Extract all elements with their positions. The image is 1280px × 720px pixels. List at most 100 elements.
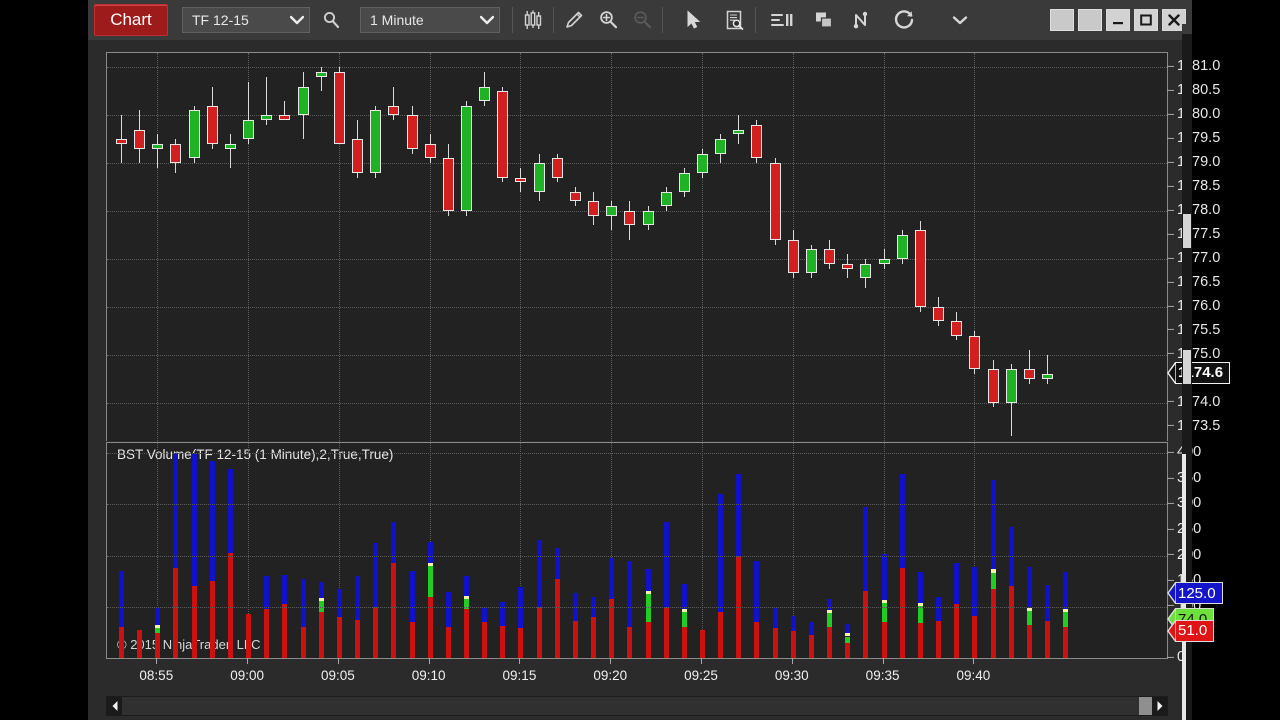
volume-segment-sell — [410, 622, 415, 658]
volume-bar — [192, 443, 197, 658]
minimize-button[interactable] — [1106, 9, 1130, 31]
volume-segment-buy — [882, 554, 887, 600]
chart-canvas-area[interactable]: BST Volume(TF 12-15 (1 Minute),2,True,Tr… — [88, 40, 1192, 720]
volume-segment-sell — [301, 627, 306, 658]
volume-bar — [518, 443, 523, 658]
volume-segment-buy — [410, 571, 415, 622]
price-axis-tick: 1179.5 — [1167, 130, 1220, 146]
volume-bar — [500, 443, 505, 658]
volume-segment-sell — [464, 609, 469, 658]
candle-body — [733, 130, 744, 135]
grid-line-horizontal — [107, 307, 1167, 308]
more-chevron-icon[interactable] — [943, 3, 977, 37]
volume-bar — [682, 443, 687, 658]
volume-segment-buy — [500, 602, 505, 627]
chevron-down-icon[interactable] — [479, 12, 495, 28]
volume-segment-sell — [827, 627, 832, 658]
candle-body — [370, 110, 381, 172]
volume-bar — [700, 443, 705, 658]
volume-segment-tip — [682, 609, 687, 612]
instrument-selector[interactable]: TF 12-15 — [182, 7, 310, 33]
volume-segment-neutral — [682, 612, 687, 627]
data-series-icon[interactable] — [765, 3, 799, 37]
data-box-icon[interactable] — [718, 3, 752, 37]
window-extra-button-1[interactable] — [1050, 9, 1074, 31]
pencil-icon[interactable] — [557, 3, 591, 37]
price-axis-tick: 1175.5 — [1167, 322, 1220, 338]
candle-body — [842, 264, 853, 269]
scroll-nub[interactable] — [1183, 214, 1191, 248]
time-axis-tick: 09:30 — [775, 668, 809, 683]
scroll-nub[interactable] — [1183, 350, 1191, 384]
volume-segment-sell — [173, 568, 178, 658]
candle-body — [915, 230, 926, 307]
indicators-icon[interactable] — [807, 3, 841, 37]
volume-bar — [863, 443, 868, 658]
volume-bar — [754, 443, 759, 658]
candle-body — [1006, 369, 1017, 403]
volume-bar — [137, 443, 142, 658]
horizontal-scrollbar[interactable] — [106, 696, 1168, 716]
chevron-down-icon[interactable] — [289, 12, 305, 28]
time-axis-notch — [701, 658, 702, 664]
time-axis-notch — [156, 658, 157, 664]
volume-segment-buy — [482, 607, 487, 622]
volume-segment-buy — [682, 584, 687, 609]
volume-bar — [282, 443, 287, 658]
volume-segment-buy — [646, 569, 651, 591]
volume-bar — [337, 443, 342, 658]
volume-segment-buy — [936, 597, 941, 622]
time-axis-tick: 09:35 — [866, 668, 900, 683]
candle-wick — [157, 134, 158, 168]
volume-segment-sell — [428, 597, 433, 658]
price-panel[interactable] — [106, 52, 1168, 441]
scroll-thumb[interactable] — [1139, 697, 1152, 715]
chart-window: Chart TF 12-15 1 Minute — [88, 0, 1192, 720]
scroll-right-arrow-icon[interactable] — [1152, 697, 1167, 715]
volume-bar — [591, 443, 596, 658]
volume-bar — [1027, 443, 1032, 658]
scroll-left-arrow-icon[interactable] — [107, 697, 122, 715]
candle-body — [606, 206, 617, 216]
candle-body — [461, 106, 472, 211]
volume-segment-buy — [555, 548, 560, 579]
volume-segment-sell — [954, 604, 959, 658]
volume-bar — [972, 443, 977, 658]
time-axis[interactable]: 08:5509:0009:0509:1009:1509:2009:2509:30… — [106, 658, 1166, 692]
reload-icon[interactable] — [887, 3, 921, 37]
candle-body — [751, 125, 762, 159]
volume-segment-sell — [391, 563, 396, 658]
magnifier-icon[interactable] — [314, 3, 348, 37]
chart-tab-button[interactable]: Chart — [94, 4, 168, 36]
volume-bar — [791, 443, 796, 658]
volume-bar — [646, 443, 651, 658]
volume-panel[interactable]: BST Volume(TF 12-15 (1 Minute),2,True,Tr… — [106, 442, 1168, 659]
timeframe-selector[interactable]: 1 Minute — [360, 7, 500, 33]
volume-segment-buy — [428, 542, 433, 562]
candle-body — [515, 178, 526, 183]
marker-arrow-icon — [1167, 362, 1176, 384]
volume-segment-sell — [664, 607, 669, 658]
instrument-value: TF 12-15 — [192, 12, 289, 28]
volume-bar — [482, 443, 487, 658]
volume-bar — [173, 443, 178, 658]
volume-bar — [773, 443, 778, 658]
maximize-button[interactable] — [1134, 9, 1158, 31]
strategies-icon[interactable] — [847, 3, 881, 37]
grid-line-horizontal — [107, 453, 1167, 454]
window-extra-button-2[interactable] — [1078, 9, 1102, 31]
toolbar-divider — [755, 7, 756, 33]
zoom-in-icon[interactable] — [591, 3, 625, 37]
volume-bar — [464, 443, 469, 658]
volume-axis[interactable]: 400350300250200150100500125.074.051.0 — [1167, 442, 1245, 658]
candle-body — [933, 307, 944, 321]
price-axis-tick: 1179.0 — [1167, 154, 1220, 170]
price-axis[interactable]: 1181.01180.51180.01179.51179.01178.51178… — [1167, 52, 1245, 441]
volume-segment-buy — [301, 579, 306, 628]
volume-segment-buy — [954, 563, 959, 604]
price-axis-tick: 1181.0 — [1167, 58, 1220, 74]
volume-bar — [373, 443, 378, 658]
bar-type-icon[interactable] — [516, 3, 550, 37]
cursor-icon[interactable] — [676, 3, 710, 37]
volume-segment-buy — [754, 561, 759, 622]
